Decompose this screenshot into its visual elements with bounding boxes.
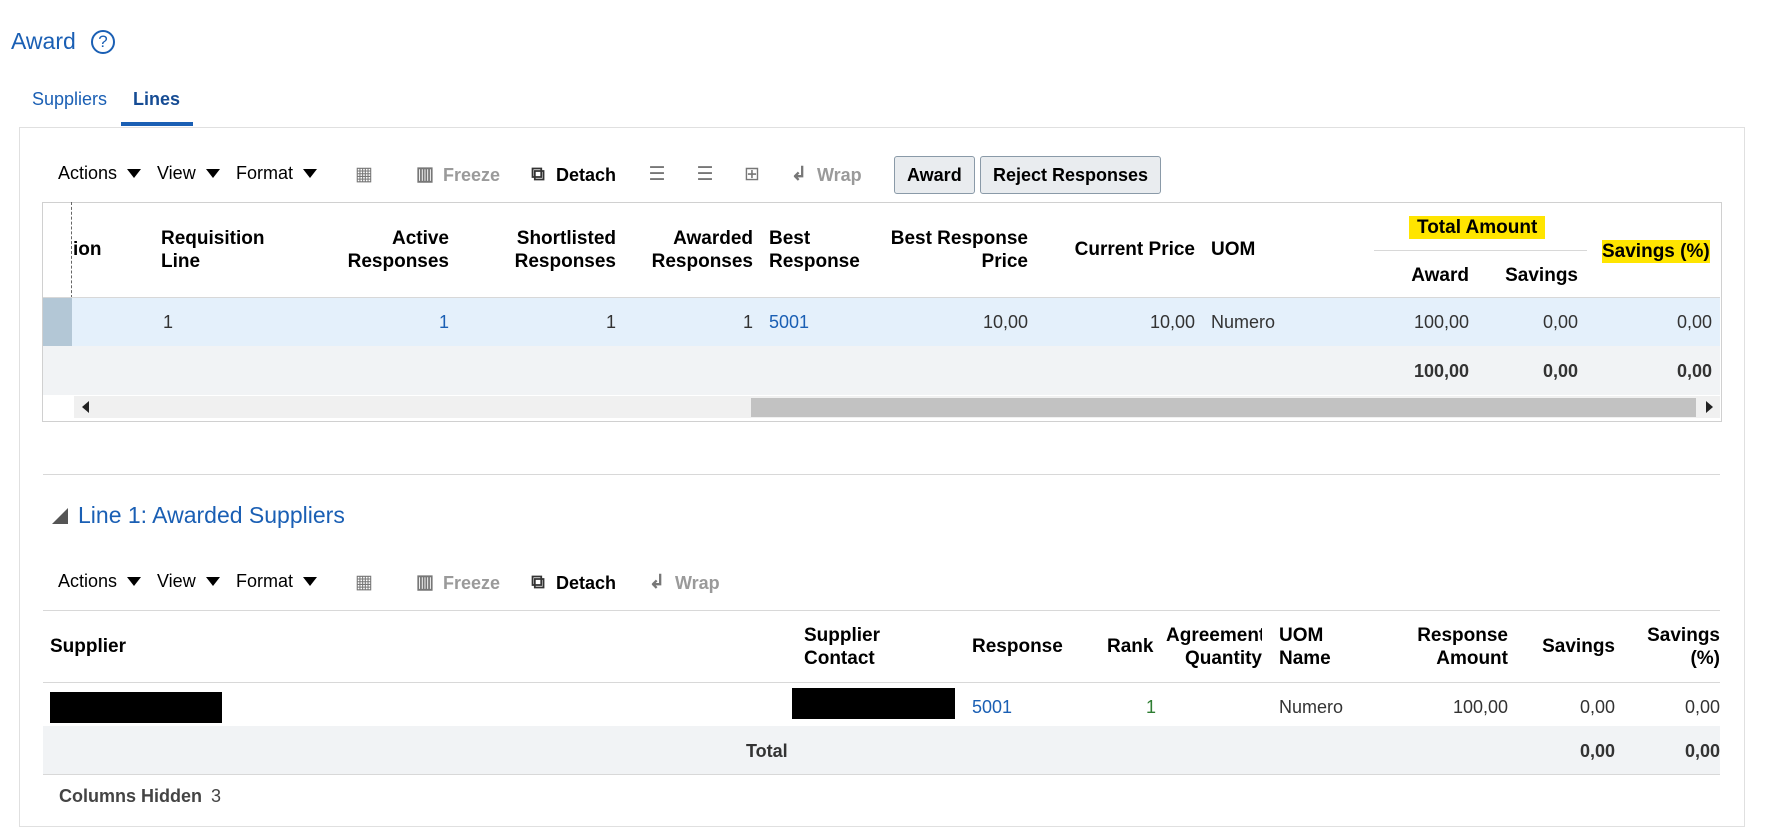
detach-button[interactable]: ⧉ Detach bbox=[526, 571, 616, 595]
scroll-left-icon[interactable] bbox=[82, 401, 89, 413]
chevron-down-icon bbox=[127, 577, 142, 586]
view-menu[interactable]: View bbox=[157, 163, 220, 184]
query-by-example-icon[interactable]: ▦ bbox=[352, 571, 376, 595]
header-divider bbox=[43, 682, 1720, 683]
cell-shortlisted-responses: 1 bbox=[605, 312, 616, 332]
column-header-uom-name[interactable]: UOM Name bbox=[1279, 624, 1349, 670]
cell-uom: Numero bbox=[1211, 312, 1276, 332]
column-header-description[interactable]: ion bbox=[73, 238, 102, 261]
total-savings: 0,00 bbox=[1542, 361, 1578, 381]
total-savings-pct: 0,00 bbox=[1684, 741, 1720, 761]
award-button[interactable]: Award bbox=[894, 156, 975, 194]
columns-hidden-label: Columns Hidden bbox=[59, 786, 202, 806]
cell-uom-name: Numero bbox=[1279, 697, 1344, 717]
actions-menu[interactable]: Actions bbox=[58, 163, 142, 184]
reject-responses-button[interactable]: Reject Responses bbox=[980, 156, 1162, 194]
column-group-divider bbox=[1374, 250, 1587, 251]
cell-savings: 0,00 bbox=[1579, 697, 1615, 717]
column-header-savings-pct[interactable]: Savings (%) bbox=[1602, 240, 1710, 263]
best-response-link[interactable]: 5001 bbox=[769, 312, 809, 333]
chevron-down-icon bbox=[205, 577, 220, 586]
wrap-icon: ↲ bbox=[649, 572, 665, 593]
freeze-button[interactable]: ▥ Freeze bbox=[413, 571, 500, 595]
help-icon[interactable]: ? bbox=[91, 30, 115, 54]
total-savings-pct: 0,00 bbox=[1676, 361, 1712, 381]
column-header-requisition-line[interactable]: Requisition Line bbox=[161, 227, 291, 273]
column-header-savings-pct[interactable]: Savings (%) bbox=[1630, 624, 1720, 670]
active-tab-indicator bbox=[121, 122, 193, 126]
detach-icon: ⧉ bbox=[531, 572, 545, 593]
wrap-button[interactable]: ↲ Wrap bbox=[645, 571, 720, 595]
detach-button[interactable]: ⧉ Detach bbox=[526, 163, 616, 187]
tab-lines[interactable]: Lines bbox=[133, 89, 180, 110]
chevron-down-icon bbox=[205, 169, 220, 178]
column-header-award[interactable]: Award bbox=[1374, 264, 1469, 287]
column-header-best-response[interactable]: Best Response bbox=[769, 227, 869, 273]
totals-row bbox=[43, 726, 1720, 774]
cell-savings-pct: 0,00 bbox=[1676, 312, 1712, 332]
table-top-border bbox=[43, 610, 1720, 611]
column-header-response[interactable]: Response bbox=[972, 635, 1063, 658]
columns-hidden-count: 3 bbox=[211, 786, 222, 806]
freeze-button[interactable]: ▥ Freeze bbox=[413, 163, 500, 187]
wrap-button[interactable]: ↲ Wrap bbox=[787, 163, 862, 187]
scrollbar-thumb[interactable] bbox=[751, 398, 1696, 417]
format-menu[interactable]: Format bbox=[236, 571, 318, 592]
column-header-shortlisted-responses[interactable]: Shortlisted Responses bbox=[484, 227, 616, 273]
chevron-down-icon bbox=[303, 577, 318, 586]
page-title: Award bbox=[11, 28, 76, 54]
row-header-column bbox=[43, 202, 72, 298]
row-selector[interactable] bbox=[43, 298, 72, 346]
section-divider bbox=[43, 474, 1720, 475]
column-header-rank[interactable]: Rank bbox=[1107, 635, 1153, 658]
cell-requisition-line: 1 bbox=[163, 312, 174, 332]
column-header-active-responses[interactable]: Active Responses bbox=[322, 227, 449, 273]
cell-current-price: 10,00 bbox=[1149, 312, 1195, 332]
column-header-savings[interactable]: Savings bbox=[1478, 264, 1578, 287]
column-header-response-amount[interactable]: Response Amount bbox=[1385, 624, 1508, 670]
collapse-triangle-icon[interactable] bbox=[52, 508, 68, 524]
section-title[interactable]: Line 1: Awarded Suppliers bbox=[78, 502, 345, 529]
detach-icon: ⧉ bbox=[531, 164, 545, 185]
hierarchy-icon[interactable]: ⊞ bbox=[740, 163, 764, 187]
column-header-agreement-quantity[interactable]: Agreement Quantity bbox=[1166, 624, 1262, 670]
freeze-icon: ▥ bbox=[416, 164, 434, 185]
chevron-down-icon bbox=[303, 169, 318, 178]
query-by-example-icon[interactable]: ▦ bbox=[352, 163, 376, 187]
format-menu[interactable]: Format bbox=[236, 163, 318, 184]
total-savings: 0,00 bbox=[1579, 741, 1615, 761]
supplier-name-redacted bbox=[50, 692, 222, 723]
supplier-contact-redacted bbox=[792, 688, 955, 719]
cell-awarded-responses: 1 bbox=[742, 312, 753, 332]
wrap-icon: ↲ bbox=[791, 164, 807, 185]
active-responses-link[interactable]: 1 bbox=[400, 312, 449, 333]
column-header-supplier[interactable]: Supplier bbox=[50, 635, 126, 658]
cell-savings-pct: 0,00 bbox=[1684, 697, 1720, 717]
column-header-current-price[interactable]: Current Price bbox=[1045, 238, 1195, 261]
response-link[interactable]: 5001 bbox=[972, 697, 1012, 718]
view-menu[interactable]: View bbox=[157, 571, 220, 592]
tab-suppliers[interactable]: Suppliers bbox=[32, 89, 107, 110]
rank-link[interactable]: 1 bbox=[1100, 697, 1156, 718]
column-header-uom[interactable]: UOM bbox=[1211, 238, 1255, 261]
column-header-best-response-price[interactable]: Best Response Price bbox=[878, 227, 1028, 273]
scroll-right-icon[interactable] bbox=[1706, 401, 1713, 413]
cell-response-amount: 100,00 bbox=[1452, 697, 1508, 717]
chevron-down-icon bbox=[127, 169, 142, 178]
actions-menu[interactable]: Actions bbox=[58, 571, 142, 592]
column-header-supplier-contact[interactable]: Supplier Contact bbox=[804, 624, 894, 670]
table-bottom-border bbox=[43, 774, 1720, 775]
freeze-icon: ▥ bbox=[416, 572, 434, 593]
move-up-icon[interactable]: ☰ bbox=[693, 163, 717, 187]
cell-best-response-price: 10,00 bbox=[982, 312, 1028, 332]
column-group-total-amount: Total Amount bbox=[1409, 216, 1546, 239]
cell-savings: 0,00 bbox=[1542, 312, 1578, 332]
total-award: 100,00 bbox=[1413, 361, 1469, 381]
move-down-icon[interactable]: ☰ bbox=[645, 163, 669, 187]
cell-award: 100,00 bbox=[1413, 312, 1469, 332]
column-header-savings[interactable]: Savings bbox=[1520, 635, 1615, 658]
total-label: Total bbox=[746, 741, 788, 761]
column-header-awarded-responses[interactable]: Awarded Responses bbox=[645, 227, 753, 273]
